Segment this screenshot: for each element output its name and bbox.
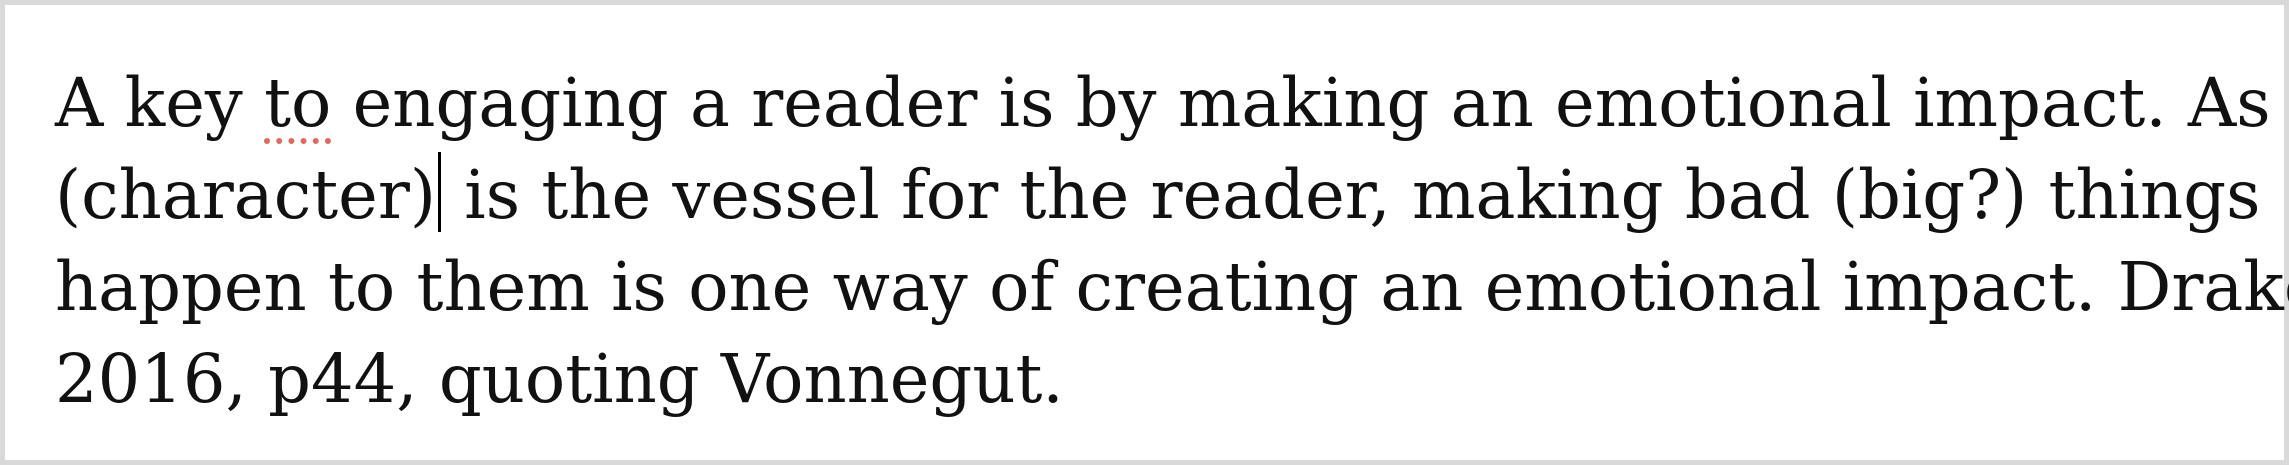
document-window: A key to engaging a reader is by making … bbox=[0, 0, 2289, 465]
text-caret bbox=[438, 152, 441, 232]
line-2-text-before-caret: (character) bbox=[55, 156, 436, 234]
line-1-text-before: A key bbox=[55, 64, 265, 142]
spellcheck-flagged-word[interactable]: to bbox=[264, 64, 331, 142]
line-1-text-after: engaging a reader is by making an emotio… bbox=[331, 64, 2289, 142]
paragraph-line-3: happen to them is one way of creating an… bbox=[55, 248, 2289, 326]
line-2-text-after-caret: is the vessel for the reader, making bad… bbox=[443, 156, 2261, 234]
paragraph-line-2: (character) is the vessel for the reader… bbox=[55, 149, 2260, 241]
paragraph-line-1: A key to engaging a reader is by making … bbox=[55, 57, 2289, 149]
paragraph-line-4: 2016, p44, quoting Vonnegut. bbox=[55, 340, 1064, 418]
text-editor[interactable]: A key to engaging a reader is by making … bbox=[55, 57, 2289, 425]
